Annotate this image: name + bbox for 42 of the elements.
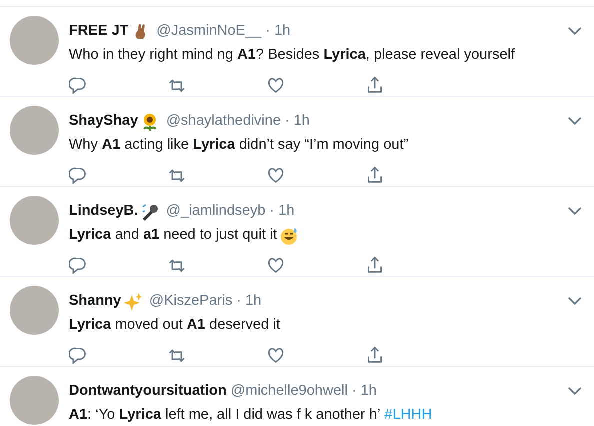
share-icon[interactable] [366, 346, 384, 364]
user-name[interactable]: Dontwantyoursituation [69, 381, 227, 403]
sunflower-icon [141, 112, 160, 131]
hashtag-link[interactable]: #LHHH [384, 404, 432, 426]
user-name[interactable]: FREE JT [69, 21, 129, 43]
heart-icon[interactable] [267, 76, 285, 94]
user-name[interactable]: ShayShay [69, 111, 138, 133]
reply-icon[interactable] [69, 346, 87, 364]
tweet-text: A1: ‘Yo Lyrica left me, all I did was f k another h’ [69, 406, 381, 425]
reply-icon[interactable] [69, 76, 87, 94]
chevron-down-icon[interactable] [568, 207, 582, 216]
microphone-icon [141, 202, 160, 221]
tweet-text: Why A1 acting like Lyrica didn’t say “I’m moving out” [69, 136, 409, 155]
reply-icon[interactable] [69, 256, 87, 274]
user-handle[interactable]: @KiszeParis [149, 291, 233, 313]
user-name[interactable]: Shanny [69, 291, 122, 313]
user-handle[interactable]: @_iamlindseyb [166, 201, 266, 223]
heart-icon[interactable] [267, 256, 285, 274]
chevron-down-icon[interactable] [568, 27, 582, 36]
chevron-down-icon[interactable] [568, 117, 582, 126]
timestamp[interactable]: · 1h [266, 21, 291, 43]
user-handle[interactable]: @michelle9ohwell [230, 381, 348, 403]
tweet-text: Lyrica and a1 need to just quit it [69, 226, 278, 245]
sweat-smile-icon [280, 226, 298, 245]
timestamp[interactable]: · 1h [285, 111, 310, 133]
timestamp[interactable]: · 1h [236, 291, 262, 313]
share-icon[interactable] [366, 166, 384, 184]
timestamp[interactable]: · 1h [270, 201, 295, 223]
chevron-down-icon[interactable] [568, 297, 582, 306]
timestamp[interactable]: · 1h [352, 381, 377, 403]
user-name[interactable]: LindseyB. [69, 201, 138, 223]
heart-icon[interactable] [267, 166, 285, 184]
reply-icon[interactable] [69, 166, 87, 184]
tweet-text: Lyrica moved out A1 deserved it [69, 316, 280, 335]
share-icon[interactable] [366, 76, 384, 94]
sparkles-icon [124, 292, 142, 311]
heart-icon[interactable] [267, 346, 285, 364]
chevron-down-icon[interactable] [568, 387, 582, 396]
user-handle[interactable]: @shaylathedivine [166, 111, 282, 133]
tweet-text: Who in they right mind ng A1? Besides Lyrica, please reveal yourself [69, 46, 516, 65]
user-handle[interactable]: @JasminNoE__ [156, 21, 262, 43]
share-icon[interactable] [366, 256, 384, 274]
